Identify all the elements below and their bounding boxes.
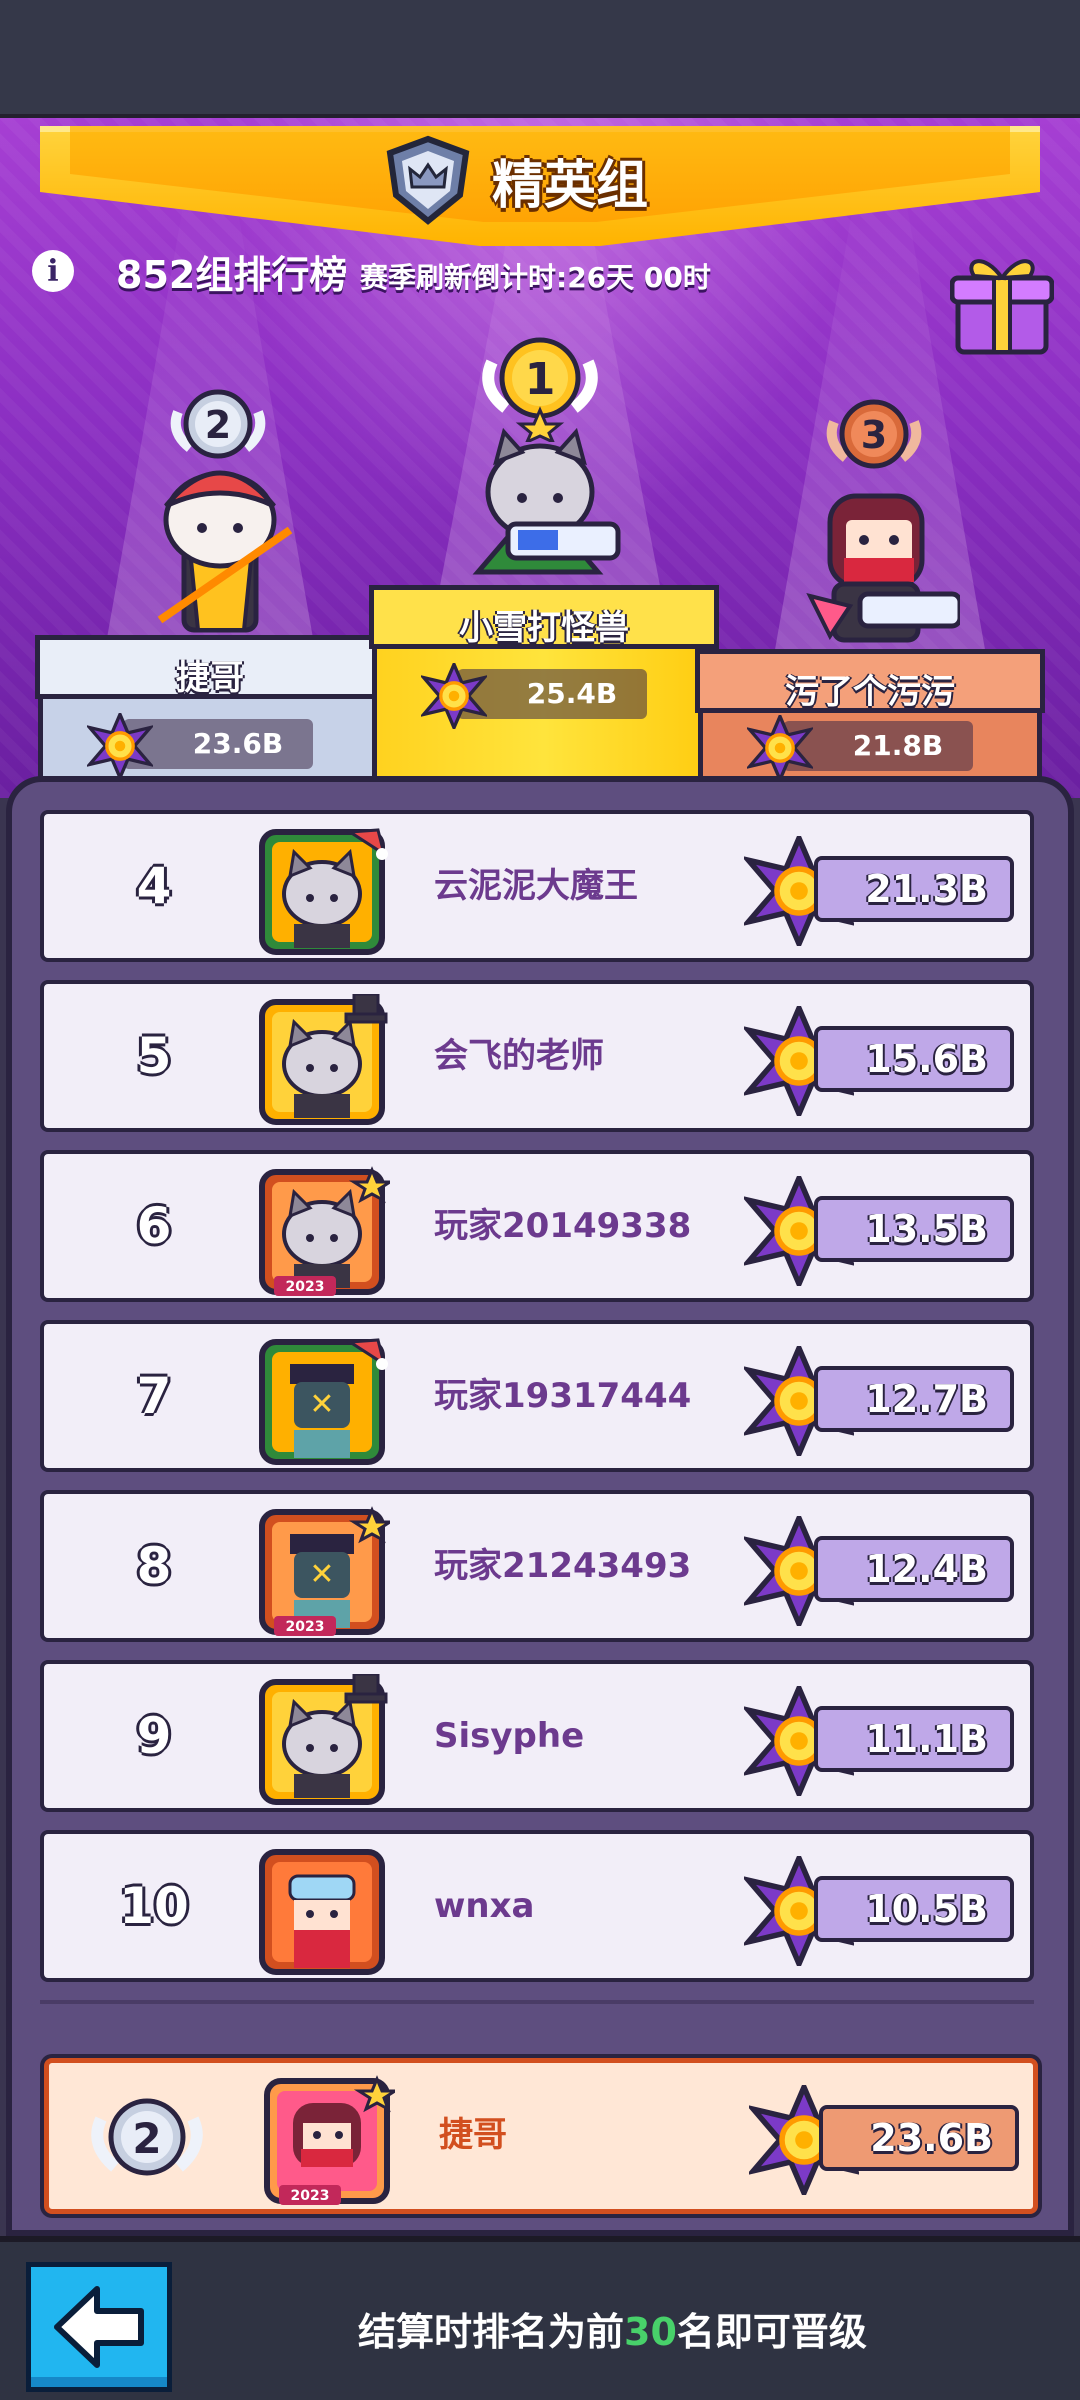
player-avatar-icon — [259, 828, 388, 955]
footer-bar: 结算时排名为前30名即可晋级 — [0, 2236, 1080, 2400]
divider — [40, 2000, 1034, 2004]
player-score: 21.3B — [814, 856, 1014, 922]
crown-shield-icon — [386, 135, 470, 225]
player-score: 13.5B — [814, 1196, 1014, 1262]
player-avatar-icon: ✕ 2023 — [259, 1506, 390, 1636]
leaderboard-row[interactable]: 8 ✕ 2023 玩家21243493 12.4B — [40, 1490, 1034, 1642]
player-score: 11.1B — [814, 1706, 1014, 1772]
podium-score: 23.6B — [87, 713, 313, 779]
rank-1-character — [472, 427, 621, 575]
svg-text:2023: 2023 — [286, 1279, 325, 1295]
player-name: Sisyphe — [434, 1716, 585, 1756]
self-player-name: 捷哥 — [439, 2115, 507, 2155]
podium-lid: 小雪打怪兽 — [369, 585, 719, 649]
player-name: 玩家19317444 — [434, 1376, 692, 1416]
podium-first[interactable]: 小雪打怪兽 25.4B — [369, 585, 719, 786]
rank-number: 10 — [119, 1877, 189, 1935]
player-name: 玩家21243493 — [434, 1546, 692, 1586]
player-name: wnxa — [434, 1886, 535, 1926]
rank-3-medal-icon: 3 — [826, 399, 922, 469]
power-star-icon — [747, 715, 813, 781]
svg-text:✕: ✕ — [309, 1387, 334, 1422]
promotion-hint-prefix: 结算时排名为前 — [358, 2310, 625, 2354]
podium-score-value: 21.8B — [852, 729, 944, 762]
podium-player-name: 小雪打怪兽 — [459, 608, 629, 648]
player-score: 10.5B — [814, 1876, 1014, 1942]
rank-number: 4 — [136, 857, 172, 915]
podium-score-value: 25.4B — [526, 677, 618, 710]
leaderboard-row[interactable]: 7 ✕ 玩家19317444 12.7B — [40, 1320, 1034, 1472]
podium-player-name: 捷哥 — [176, 658, 244, 698]
leaderboard-row[interactable]: 4 云泥泥大魔王 21.3B — [40, 810, 1034, 962]
group-rank-title: 852组排行榜 — [116, 253, 348, 297]
promotion-threshold: 30 — [624, 2310, 677, 2354]
promotion-hint: 结算时排名为前30名即可晋级 — [358, 2302, 867, 2362]
promotion-hint-suffix: 名即可晋级 — [676, 2310, 867, 2354]
svg-text:2023: 2023 — [291, 2188, 330, 2204]
player-avatar-icon — [259, 1849, 385, 1975]
gift-icon[interactable] — [950, 250, 1054, 356]
status-bar — [0, 0, 1080, 118]
arrow-left-icon — [54, 2286, 144, 2368]
leaderboard-row[interactable]: 5 会飞的老师 15.6B — [40, 980, 1034, 1132]
rank-number: 6 — [136, 1197, 172, 1255]
rank-2-character — [157, 470, 293, 633]
season-countdown: 赛季刷新倒计时:26天 00时 — [360, 261, 711, 294]
power-star-icon — [421, 663, 487, 729]
player-score: 15.6B — [814, 1026, 1014, 1092]
svg-text:✕: ✕ — [309, 1557, 334, 1592]
svg-text:1: 1 — [525, 354, 556, 405]
player-avatar-icon — [259, 994, 388, 1125]
ninja-avatar-icon: 2023 — [264, 2075, 395, 2205]
podium-player-name: 污了个污污 — [785, 672, 955, 712]
leaderboard-row[interactable]: 6 2023 玩家20149338 13.5B — [40, 1150, 1034, 1302]
self-rank-row[interactable]: 2 2023 捷哥 23.6B — [44, 2058, 1038, 2214]
leaderboard-row[interactable]: 10 wnxa 10.5B — [40, 1830, 1034, 1982]
rank-number: 7 — [136, 1367, 172, 1425]
rank-number: 5 — [136, 1027, 172, 1085]
podium-score: 25.4B — [421, 663, 647, 729]
svg-text:2: 2 — [132, 2114, 161, 2163]
rank-number: 9 — [136, 1707, 172, 1765]
self-score: 23.6B — [819, 2105, 1019, 2171]
player-name: 玩家20149338 — [434, 1206, 692, 1246]
svg-text:2: 2 — [205, 403, 231, 447]
leaderboard-row[interactable]: 9 Sisyphe 11.1B — [40, 1660, 1034, 1812]
info-icon[interactable]: i — [32, 250, 74, 292]
svg-text:2023: 2023 — [286, 1619, 325, 1635]
podium-lid: 污了个污污 — [695, 649, 1045, 713]
rank-number: 8 — [136, 1537, 172, 1595]
self-rank-medal-icon: 2 — [91, 2098, 203, 2176]
podium-second[interactable]: 捷哥 23.6B — [35, 635, 385, 786]
player-name: 云泥泥大魔王 — [434, 866, 638, 906]
player-score: 12.4B — [814, 1536, 1014, 1602]
player-avatar-icon: 2023 — [259, 1166, 390, 1296]
league-title-text: 精英组 — [492, 155, 649, 216]
podium-lid: 捷哥 — [35, 635, 385, 699]
player-avatar-icon — [259, 1674, 388, 1805]
svg-text:3: 3 — [861, 413, 887, 457]
rank-3-character — [806, 493, 960, 643]
podium-third[interactable]: 污了个污污 21.8B — [695, 649, 1045, 786]
podium-score: 21.8B — [747, 715, 973, 781]
player-name: 会飞的老师 — [434, 1036, 604, 1076]
player-score: 12.7B — [814, 1366, 1014, 1432]
power-star-icon — [87, 713, 153, 779]
back-button[interactable] — [26, 2262, 172, 2392]
league-title: 精英组 — [380, 135, 740, 225]
podium-score-value: 23.6B — [192, 727, 284, 760]
player-avatar-icon: ✕ — [259, 1338, 388, 1465]
